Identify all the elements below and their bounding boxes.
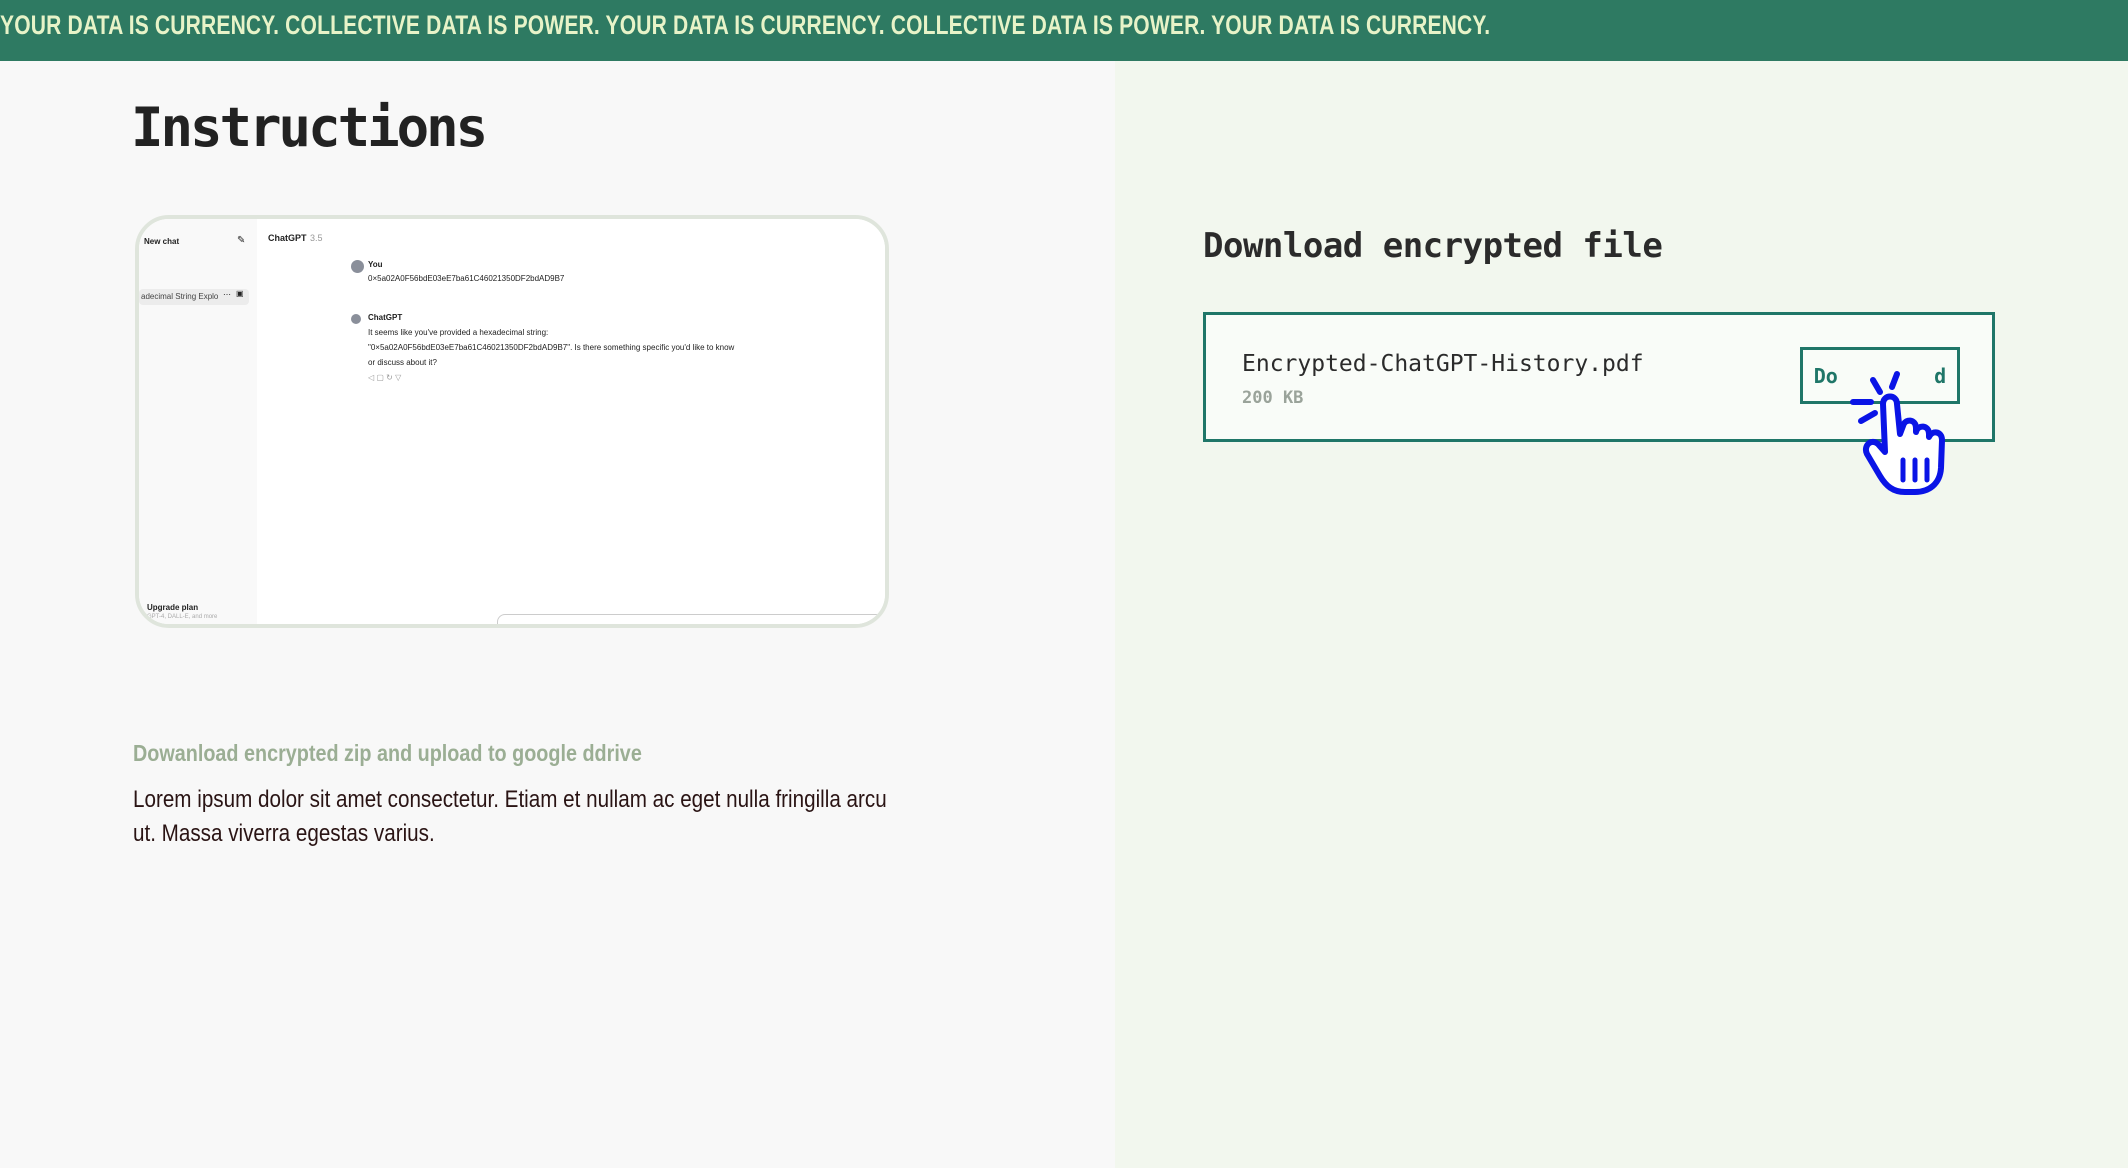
screenshot-bot-line: "0×5a02A0F56bdE03eE7ba61C46021350DF2bdAD… xyxy=(368,343,735,352)
file-name: Encrypted-ChatGPT-History.pdf xyxy=(1242,351,1644,377)
screenshot-model-name: ChatGPT xyxy=(268,233,307,243)
screenshot-user-name: You xyxy=(368,260,383,269)
screenshot-upgrade-sub: GPT-4, DALL-E, and more xyxy=(147,614,218,620)
user-avatar xyxy=(351,260,364,273)
screenshot-upgrade: Upgrade plan xyxy=(147,603,199,612)
pointer-hand-icon xyxy=(1850,371,1945,495)
screenshot-new-chat: New chat xyxy=(144,237,180,246)
screenshot-chat-area: ChatGPT 3.5 You 0×5a02A0F56bdE03eE7ba61C… xyxy=(257,219,885,624)
marquee-banner: YOUR DATA IS CURRENCY. COLLECTIVE DATA I… xyxy=(0,0,2128,61)
message-actions-icon: ◁ ▢ ↻ ▽ xyxy=(368,373,402,382)
step-title: Dowanload encrypted zip and upload to go… xyxy=(133,740,642,766)
screenshot-input xyxy=(497,614,885,624)
screenshot-bot-line: or discuss about it? xyxy=(368,358,437,367)
bot-avatar xyxy=(351,314,361,324)
screenshot-chat-item: adecimal String Explo xyxy=(141,292,219,301)
screenshot-sidebar: New chat ✎ adecimal String Explo ⋯ ▣ Upg… xyxy=(139,219,257,624)
edit-icon: ✎ xyxy=(237,235,246,246)
download-heading: Download encrypted file xyxy=(1203,226,1663,266)
archive-icon: ▣ xyxy=(236,289,244,298)
instructions-heading: Instructions xyxy=(131,96,488,159)
file-size: 200 KB xyxy=(1242,388,1304,408)
instruction-screenshot: New chat ✎ adecimal String Explo ⋯ ▣ Upg… xyxy=(135,215,889,628)
step-description: Lorem ipsum dolor sit amet consectetur. … xyxy=(133,786,887,847)
marquee-text: YOUR DATA IS CURRENCY. COLLECTIVE DATA I… xyxy=(0,10,1491,40)
screenshot-model-version: 3.5 xyxy=(310,233,323,243)
more-icon: ⋯ xyxy=(223,290,231,299)
screenshot-user-message: 0×5a02A0F56bdE03eE7ba61C46021350DF2bdAD9… xyxy=(368,274,565,283)
screenshot-bot-name: ChatGPT xyxy=(368,313,403,322)
screenshot-bot-line: It seems like you've provided a hexadeci… xyxy=(368,328,549,337)
